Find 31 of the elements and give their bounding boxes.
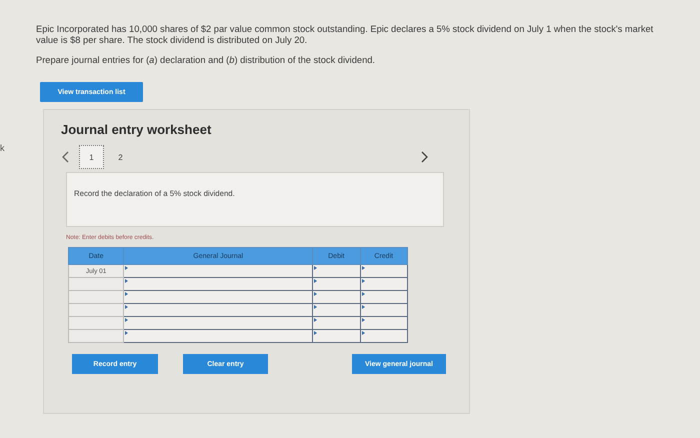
date-cell: [68, 330, 124, 342]
date-cell: [68, 304, 124, 316]
credit-field[interactable]: [360, 264, 408, 278]
edge-text: k: [0, 143, 4, 153]
worksheet-title: Journal entry worksheet: [61, 122, 212, 137]
date-cell: [68, 316, 124, 330]
debit-field[interactable]: [312, 290, 360, 304]
account-field[interactable]: [124, 304, 313, 316]
question-text: Epic Incorporated has 10,000 shares of $2 par value common stock outstanding. Epic declares a 5% stock dividend on July 1 when the stock's market value is $8 per share. The stock dividend is distributed on July 20.: [36, 24, 654, 46]
date-cell: [68, 278, 124, 290]
credit-field[interactable]: [360, 290, 408, 304]
entry-tab[interactable]: 2: [108, 145, 133, 169]
account-field[interactable]: [124, 264, 313, 278]
question-text: Prepare journal entries for (a) declaration and (b) distribution of the stock dividend.: [36, 55, 376, 66]
account-field[interactable]: [124, 316, 313, 330]
credit-field[interactable]: [360, 330, 408, 342]
credit-field[interactable]: [360, 304, 408, 316]
debit-field[interactable]: [312, 330, 360, 342]
debit-field[interactable]: [312, 316, 360, 330]
account-field[interactable]: [124, 290, 313, 304]
account-field[interactable]: [124, 278, 313, 290]
entry-tab[interactable]: 1: [79, 145, 104, 169]
account-field[interactable]: [124, 330, 313, 342]
previous-icon[interactable]: [61, 151, 69, 163]
next-icon[interactable]: [421, 151, 429, 163]
credit-field[interactable]: [360, 316, 408, 330]
credit-field[interactable]: [360, 278, 408, 290]
date-cell: [68, 290, 124, 304]
debit-field[interactable]: [312, 278, 360, 290]
debit-field[interactable]: [312, 264, 360, 278]
debit-field[interactable]: [312, 304, 360, 316]
